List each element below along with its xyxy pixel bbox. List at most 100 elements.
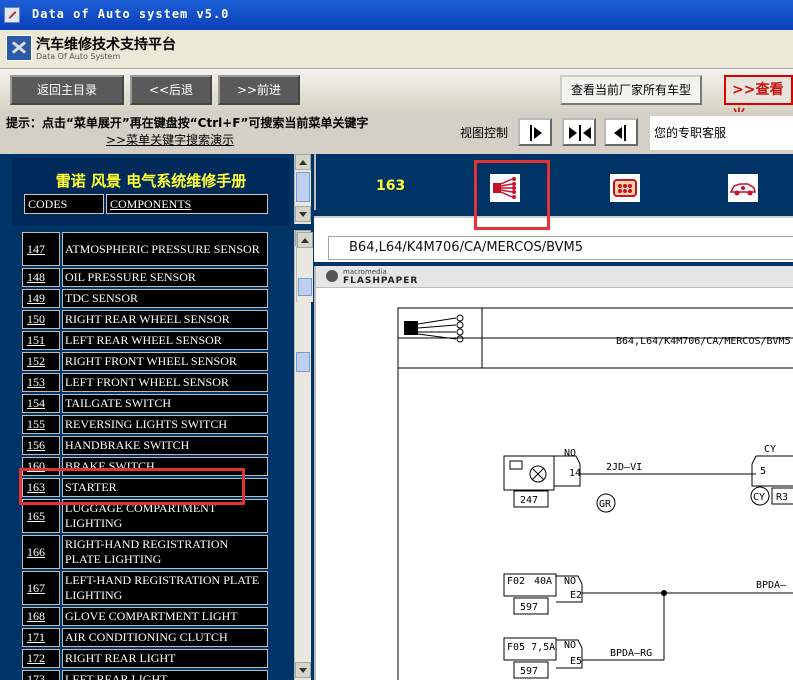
bar-icon xyxy=(530,125,532,141)
cy-pin: 5 xyxy=(760,466,766,477)
list-item[interactable]: 147 ATMOSPHERIC PRESSURE SENSOR xyxy=(22,232,270,266)
list-item[interactable]: 153 LEFT FRONT WHEEL SENSOR xyxy=(22,373,270,392)
title-bar: Data of Auto system v5.0 xyxy=(0,0,793,30)
forward-button[interactable]: >>前进 xyxy=(218,75,300,105)
wiring-diagram[interactable]: B64,L64/K4M706/CA/MERCOS/BVM5 247 NO 14 … xyxy=(316,288,793,680)
row-component[interactable]: HANDBRAKE SWITCH xyxy=(62,436,268,455)
tab-codes[interactable]: CODES xyxy=(24,194,104,214)
row-component[interactable]: AIR CONDITIONING CLUTCH xyxy=(62,628,268,647)
f05-label: F05 7,5A xyxy=(507,642,555,653)
row-code[interactable]: 149 xyxy=(22,289,60,308)
row-code[interactable]: 150 xyxy=(22,310,60,329)
list-item[interactable]: 167 LEFT-HAND REGISTRATION PLATE LIGHTING xyxy=(22,571,270,605)
flashpaper-toolbar: macromedia FLASHPAPER xyxy=(316,266,793,288)
component-list: 147 ATMOSPHERIC PRESSURE SENSOR 148 OIL PR… xyxy=(22,232,270,680)
list-item[interactable]: 149 TDC SENSOR xyxy=(22,289,270,308)
scroll-up-icon[interactable] xyxy=(295,154,311,170)
home-button[interactable]: 返回主目录 xyxy=(10,75,124,105)
flashpaper-brand: macromedia xyxy=(343,268,387,276)
f02-amp: 40A xyxy=(534,576,552,587)
search-demo-link[interactable]: >>菜单关键字搜索演示 xyxy=(106,131,234,148)
bar-icon xyxy=(624,125,626,141)
row-component[interactable]: ATMOSPHERIC PRESSURE SENSOR xyxy=(62,232,268,266)
cy-ref: R3 xyxy=(776,492,788,503)
connector-icon[interactable] xyxy=(610,174,640,202)
scroll-up-icon[interactable] xyxy=(297,232,313,248)
flashpaper-product: FLASHPAPER xyxy=(343,276,419,286)
row-component[interactable]: LEFT-HAND REGISTRATION PLATE LIGHTING xyxy=(62,571,268,605)
row-component[interactable]: TDC SENSOR xyxy=(62,289,268,308)
row-component[interactable]: RIGHT FRONT WHEEL SENSOR xyxy=(62,352,268,371)
row-code[interactable]: 155 xyxy=(22,415,60,434)
list-item[interactable]: 171 AIR CONDITIONING CLUTCH xyxy=(22,628,270,647)
list-item[interactable]: 155 REVERSING LIGHTS SWITCH xyxy=(22,415,270,434)
car-location-icon[interactable] xyxy=(728,174,758,202)
row-component[interactable]: OIL PRESSURE SENSOR xyxy=(62,268,268,287)
scroll-down-icon[interactable] xyxy=(295,206,311,222)
list-item[interactable]: 154 TAILGATE SWITCH xyxy=(22,394,270,413)
component-list-panel: 雷诺 风景 电气系统维修手册 CODES COMPONENTS 147 ATMOS… xyxy=(0,154,314,680)
list-item[interactable]: 151 LEFT REAR WHEEL SENSOR xyxy=(22,331,270,350)
view-current-button[interactable]: >>查看当 xyxy=(724,75,793,124)
service-label[interactable]: 您的专职客服 xyxy=(654,124,726,141)
row-code[interactable]: 153 xyxy=(22,373,60,392)
row-code[interactable]: 147 xyxy=(22,232,60,266)
flashpaper-viewer[interactable]: macromedia FLASHPAPER B64,L64/K4M706/CA/… xyxy=(314,266,793,680)
component-code: 163 xyxy=(376,178,406,194)
flashpaper-logo-icon xyxy=(326,270,338,282)
row-component[interactable]: TAILGATE SWITCH xyxy=(62,394,268,413)
view-expand-left-button[interactable] xyxy=(604,118,638,146)
scroll-thumb[interactable] xyxy=(296,352,310,372)
list-item[interactable]: 152 RIGHT FRONT WHEEL SENSOR xyxy=(22,352,270,371)
row-code[interactable]: 173 xyxy=(22,670,60,680)
row-code[interactable]: 148 xyxy=(22,268,60,287)
tab-components[interactable]: COMPONENTS xyxy=(106,194,268,214)
list-item[interactable]: 168 GLOVE COMPARTMENT LIGHT xyxy=(22,607,270,626)
row-component[interactable]: GLOVE COMPARTMENT LIGHT xyxy=(62,607,268,626)
app-logo-icon xyxy=(6,35,32,61)
scroll-thumb[interactable] xyxy=(298,278,312,296)
f02-ref: 597 xyxy=(520,602,538,613)
manual-title: 雷诺 风景 电气系统维修手册 xyxy=(55,172,247,190)
list-item[interactable]: 172 RIGHT REAR LIGHT xyxy=(22,649,270,668)
viewer-scrollbar[interactable] xyxy=(296,232,313,302)
view-expand-right-button[interactable] xyxy=(518,118,552,146)
row-component[interactable]: LEFT REAR WHEEL SENSOR xyxy=(62,331,268,350)
row-code[interactable]: 168 xyxy=(22,607,60,626)
diagram-panel: 163 B64,L64/K4M706/CA/MERCOS/BVM5 macrom… xyxy=(296,154,793,680)
row-component[interactable]: RIGHT REAR LIGHT xyxy=(62,649,268,668)
list-item[interactable]: 173 LEFT REAR LIGHT xyxy=(22,670,270,680)
list-item[interactable]: 166 RIGHT-HAND REGISTRATION PLATE LIGHTIN… xyxy=(22,535,270,569)
row-code[interactable]: 166 xyxy=(22,535,60,569)
row-code[interactable]: 156 xyxy=(22,436,60,455)
icon-highlight xyxy=(474,160,550,230)
scroll-down-icon[interactable] xyxy=(295,662,311,678)
scroll-thumb[interactable] xyxy=(296,172,310,202)
selection-highlight xyxy=(19,468,245,505)
row-code[interactable]: 171 xyxy=(22,628,60,647)
row-component[interactable]: LEFT REAR LIGHT xyxy=(62,670,268,680)
row-code[interactable]: 172 xyxy=(22,649,60,668)
row-component[interactable]: REVERSING LIGHTS SWITCH xyxy=(62,415,268,434)
list-item[interactable]: 148 OIL PRESSURE SENSOR xyxy=(22,268,270,287)
list-item[interactable]: 156 HANDBRAKE SWITCH xyxy=(22,436,270,455)
list-item[interactable]: 150 RIGHT REAR WHEEL SENSOR xyxy=(22,310,270,329)
arrow-right-icon xyxy=(534,127,542,139)
row-code[interactable]: 167 xyxy=(22,571,60,605)
header-scrollbar[interactable] xyxy=(294,154,311,224)
vehicle-path-field[interactable]: B64,L64/K4M706/CA/MERCOS/BVM5 xyxy=(328,236,793,260)
manual-header: 雷诺 风景 电气系统维修手册 CODES COMPONENTS xyxy=(12,158,290,226)
row-component[interactable]: RIGHT-HAND REGISTRATION PLATE LIGHTING xyxy=(62,535,268,569)
row-code[interactable]: 152 xyxy=(22,352,60,371)
row-code[interactable]: 151 xyxy=(22,331,60,350)
f05-ref: 597 xyxy=(520,666,538,677)
c1-tag: GR xyxy=(599,499,612,510)
row-component[interactable]: RIGHT REAR WHEEL SENSOR xyxy=(62,310,268,329)
view-split-button[interactable] xyxy=(562,118,596,146)
all-models-button[interactable]: 查看当前厂家所有车型 xyxy=(560,75,702,105)
f02-wire: NO xyxy=(564,576,576,587)
row-code[interactable]: 154 xyxy=(22,394,60,413)
view-control-label: 视图控制 xyxy=(460,126,509,140)
back-button[interactable]: <<后退 xyxy=(130,75,212,105)
row-component[interactable]: LEFT FRONT WHEEL SENSOR xyxy=(62,373,268,392)
